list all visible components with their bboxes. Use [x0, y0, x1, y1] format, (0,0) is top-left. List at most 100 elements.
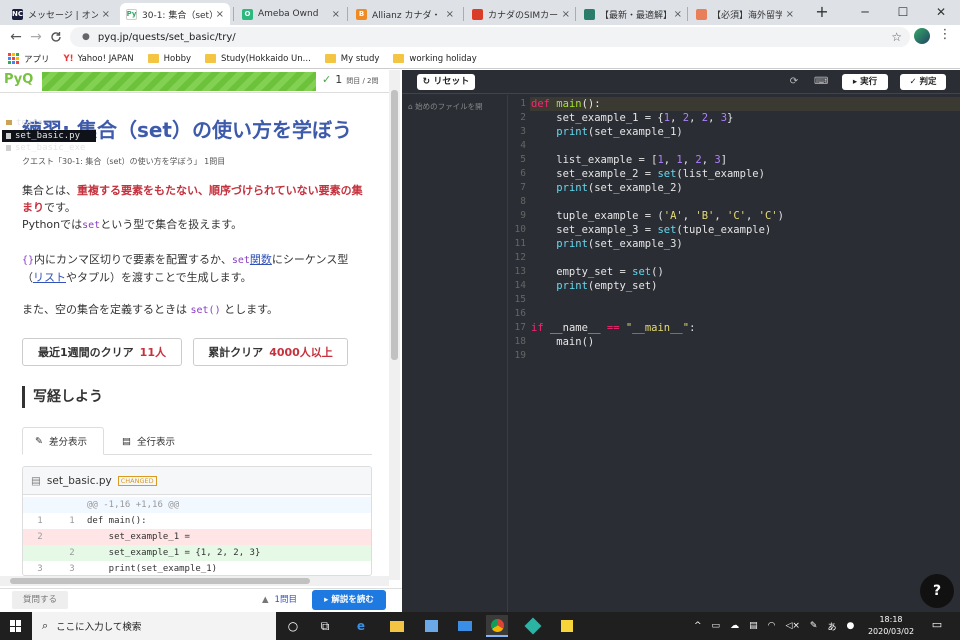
bookmark-label: working holiday	[409, 53, 477, 64]
browser-tab[interactable]: 【最新・最適解】カナ ×	[578, 3, 688, 25]
cortana-icon[interactable]: ○	[282, 615, 304, 637]
judge-button[interactable]: ✓ 判定	[900, 74, 946, 90]
file-icon	[6, 144, 11, 151]
code-line: set_example_2 = set(list_example)	[531, 168, 765, 180]
browser-menu-icon[interactable]: ⋮	[938, 27, 952, 45]
ime-indicator[interactable]: あ	[827, 620, 836, 633]
address-bar[interactable]: ● pyq.jp/quests/set_basic/try/ ☆	[70, 27, 910, 47]
close-window-button[interactable]: ✕	[922, 0, 960, 25]
close-tab-icon[interactable]: ×	[216, 9, 224, 20]
folder-sync-icon[interactable]: ▤	[749, 621, 758, 631]
bookmark-yahoo[interactable]: Y! Yahoo! JAPAN	[64, 54, 134, 64]
bookmark-my-study[interactable]: My study	[324, 54, 379, 64]
folder-icon	[6, 120, 12, 125]
browser-tab[interactable]: Py 30-1: 集合（set）の ×	[120, 3, 230, 25]
bookmark-hobby[interactable]: Hobby	[147, 54, 191, 64]
app-tray-icon[interactable]: ●	[846, 621, 854, 631]
run-button[interactable]: ▸ 実行	[842, 74, 888, 90]
close-tab-icon[interactable]: ×	[446, 9, 454, 20]
bookmark-star-icon[interactable]: ☆	[891, 30, 902, 44]
clock[interactable]: 18:18 2020/03/02	[866, 614, 916, 638]
tab-favicon-icon: B	[356, 8, 367, 20]
code-line: if __name__ == "__main__":	[531, 322, 696, 334]
folder-icon	[205, 54, 217, 63]
notification-icon[interactable]: ▭	[930, 618, 944, 632]
forward-icon[interactable]: →	[26, 27, 46, 47]
browser-tab[interactable]: 【必須】海外留学や ×	[690, 3, 800, 25]
line-number: 17	[514, 322, 526, 333]
close-tab-icon[interactable]: ×	[332, 9, 340, 20]
minimize-button[interactable]: ─	[846, 0, 884, 25]
diff-new-line-number: 1	[69, 516, 75, 526]
tab-label: 30-1: 集合（set）の	[142, 10, 212, 21]
hint-text: 始めのファイルを開	[415, 102, 483, 111]
close-tab-icon[interactable]: ×	[102, 9, 110, 20]
tab-diff-view[interactable]: ✎ 差分表示	[22, 427, 104, 455]
stat-label: 最近1週間のクリア	[38, 346, 134, 359]
inline-code: set	[231, 255, 250, 266]
sync-icon[interactable]: ⟳	[787, 75, 801, 89]
file-explorer-icon[interactable]	[386, 615, 408, 637]
browser-tab[interactable]: カナダのSIMカードなら ×	[466, 3, 576, 25]
task-view-icon[interactable]: ⧉	[314, 615, 336, 637]
reload-icon[interactable]	[46, 27, 66, 47]
close-tab-icon[interactable]: ×	[786, 9, 794, 20]
maximize-button[interactable]: ☐	[884, 0, 922, 25]
reset-button[interactable]: ↻ リセット	[417, 74, 475, 90]
store-icon[interactable]	[420, 615, 442, 637]
chrome-icon[interactable]	[486, 615, 508, 637]
url-text: pyq.jp/quests/set_basic/try/	[97, 31, 236, 43]
lock-icon: ●	[82, 32, 90, 42]
tab-favicon-icon	[472, 8, 483, 20]
taskbar-search[interactable]: ⌕ ここに入力して検索	[32, 612, 276, 640]
tab-separator	[463, 7, 464, 21]
close-tab-icon[interactable]: ×	[674, 9, 682, 20]
quest-breadcrumb: クエスト「30-1: 集合（set）の使い方を学ぼう」 1問目	[22, 157, 226, 166]
close-tab-icon[interactable]: ×	[562, 9, 570, 20]
bookmark-working-holiday[interactable]: working holiday	[393, 53, 477, 64]
tree-item-set-basic-exe[interactable]: set_basic_exe	[6, 142, 85, 154]
pyq-logo[interactable]: PyQ	[4, 72, 40, 92]
read-explanation-button[interactable]: ▸ 解説を読む	[312, 590, 386, 610]
cloud-icon[interactable]: ☁	[730, 621, 739, 631]
bookmark-study[interactable]: Study(Hokkaido Un...	[205, 54, 311, 64]
code-line: list_example = [1, 1, 2, 3]	[531, 154, 728, 166]
check-icon: ✓	[909, 77, 920, 87]
pen-app-icon[interactable]	[522, 615, 544, 637]
tab-full-view[interactable]: ▤ 全行表示	[110, 427, 200, 455]
file-tree-hint: ⌂ 始めのファイルを開	[408, 101, 498, 112]
browser-tab[interactable]: NC メッセージ | オンライン ×	[6, 3, 116, 25]
profile-avatar[interactable]	[914, 28, 930, 44]
list-link[interactable]: リスト	[33, 271, 66, 284]
edge-icon[interactable]: e	[350, 615, 372, 637]
pen-icon[interactable]: ✎	[810, 621, 818, 631]
tree-item-tests[interactable]: tests	[6, 117, 43, 129]
bookmark-apps[interactable]: アプリ	[8, 53, 50, 65]
help-button[interactable]: ?	[920, 574, 954, 608]
diff-new-line-number: 2	[69, 548, 75, 558]
mail-icon[interactable]	[454, 615, 476, 637]
wifi-icon[interactable]: ◠	[768, 621, 776, 631]
horizontal-scrollbar-thumb[interactable]	[10, 578, 310, 584]
volume-icon[interactable]: ◁×	[785, 621, 799, 631]
new-tab-button[interactable]: +	[812, 3, 832, 23]
function-link[interactable]: 関数	[250, 253, 272, 266]
diff-file-header: ▤ set_basic.py CHANGED	[23, 467, 371, 495]
create-paragraph: {}内にカンマ区切りで要素を配置するか、set関数にシーケンス型 （リストやタプ…	[22, 251, 372, 286]
sticky-notes-icon[interactable]	[556, 615, 578, 637]
keyboard-icon[interactable]: ⌨	[814, 75, 828, 89]
chevron-up-icon[interactable]: ^	[694, 621, 702, 631]
file-icon: ▤	[31, 474, 41, 487]
code-line: print(empty_set)	[556, 280, 658, 292]
browser-tab[interactable]: B Allianz カナダ・ビジタ ×	[350, 3, 460, 25]
battery-icon[interactable]: ▭	[712, 621, 721, 631]
ask-question-button[interactable]: 質問する	[12, 591, 68, 609]
diff-row: 3 3 print(set_example_1)	[23, 561, 371, 575]
search-icon: ⌕	[42, 619, 49, 632]
tree-item-set-basic[interactable]: set_basic.py	[2, 130, 96, 142]
back-icon[interactable]: ←	[6, 27, 26, 47]
lesson-scrollbar-thumb[interactable]	[391, 90, 398, 360]
browser-tab[interactable]: O Ameba Ownd ×	[236, 3, 346, 25]
question-index[interactable]: ▲ 1問目	[262, 593, 297, 605]
tab-favicon-icon	[584, 8, 595, 20]
